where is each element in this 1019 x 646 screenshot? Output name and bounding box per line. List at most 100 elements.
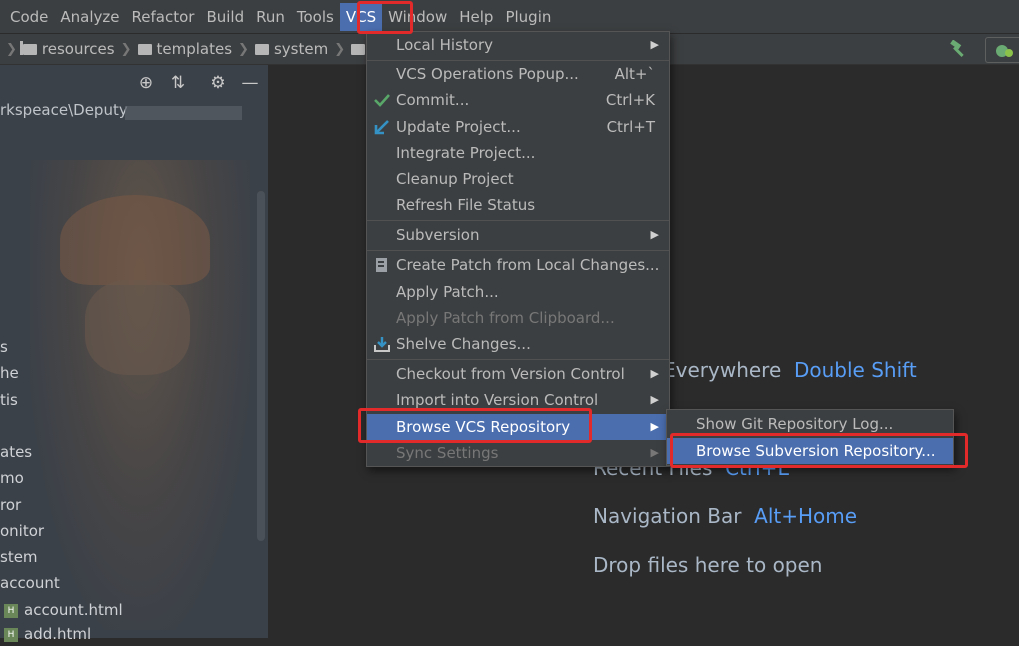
tree-item[interactable]: ates	[0, 440, 32, 464]
tree-item[interactable]: s	[0, 335, 8, 359]
menu-item-apply-patch[interactable]: Apply Patch...	[367, 279, 669, 305]
menu-item-label: Create Patch from Local Changes...	[396, 256, 660, 274]
menu-tools[interactable]: Tools	[291, 3, 340, 31]
tree-item[interactable]: account	[0, 571, 60, 595]
html-file-icon: H	[4, 627, 18, 642]
project-scrollbar[interactable]	[257, 191, 265, 541]
tree-item[interactable]: he	[0, 361, 19, 385]
update-arrow-icon	[373, 114, 391, 143]
folder-icon	[254, 43, 269, 55]
hint-search-everywhere: Everywhere Double Shift	[663, 358, 917, 382]
menu-item-shelve-changes[interactable]: Shelve Changes...	[367, 331, 669, 357]
breadcrumb-separator: ❯	[238, 41, 249, 57]
submenu-arrow-icon: ▶	[650, 367, 659, 380]
menu-item-cleanup-project[interactable]: Cleanup Project	[367, 166, 669, 192]
menu-item-label: Cleanup Project	[396, 170, 514, 188]
check-icon	[373, 87, 391, 115]
menu-separator	[367, 250, 669, 251]
vcs-dropdown-menu: Local History ▶ VCS Operations Popup... …	[366, 31, 670, 467]
menu-item-label: Integrate Project...	[396, 144, 536, 162]
menu-refactor[interactable]: Refactor	[126, 3, 201, 31]
menu-item-checkout[interactable]: Checkout from Version Control ▶	[367, 361, 669, 387]
tree-item[interactable]: ror	[0, 493, 21, 517]
folder-icon	[19, 40, 37, 55]
minimize-icon[interactable]: —	[240, 73, 260, 93]
build-hammer-icon[interactable]	[949, 40, 969, 58]
menu-item-label: Refresh File Status	[396, 196, 536, 214]
locate-target-icon[interactable]: ⊕	[136, 73, 156, 93]
hint-label: Everywhere	[663, 358, 782, 382]
folder-icon	[137, 43, 152, 55]
tree-item[interactable]: stem	[0, 545, 38, 569]
run-configuration-button[interactable]	[985, 37, 1019, 63]
menu-plugin[interactable]: Plugin	[499, 3, 557, 31]
menu-code[interactable]: Code	[4, 3, 54, 31]
gear-icon[interactable]: ⚙	[208, 73, 228, 93]
hint-navigation-bar: Navigation Bar Alt+Home	[593, 504, 857, 528]
breadcrumb-separator: ❯	[120, 41, 132, 57]
menu-separator	[367, 220, 669, 221]
project-panel-header: ⊕ ⇅ ⚙ —	[0, 65, 268, 101]
shelve-icon	[373, 331, 391, 360]
menu-item-apply-patch-clipboard: Apply Patch from Clipboard...	[367, 305, 669, 331]
breadcrumb-templates[interactable]: templates	[134, 40, 233, 58]
menu-help[interactable]: Help	[453, 3, 499, 31]
menu-item-local-history[interactable]: Local History ▶	[367, 32, 669, 58]
breadcrumb-label: system	[273, 40, 329, 58]
menu-separator	[367, 359, 669, 360]
menu-item-label: Commit...	[396, 91, 470, 109]
menu-item-label: Sync Settings	[396, 444, 499, 462]
menu-item-shortcut: Ctrl+K	[605, 91, 655, 109]
menu-item-subversion[interactable]: Subversion ▶	[367, 222, 669, 248]
html-file-icon: H	[4, 603, 18, 618]
menu-item-commit[interactable]: Commit... Ctrl+K	[367, 87, 669, 113]
breadcrumb-separator: ❯	[6, 41, 17, 57]
project-tool-window: ⊕ ⇅ ⚙ —	[0, 65, 268, 638]
menu-item-label: Checkout from Version Control	[396, 365, 625, 383]
tree-item-label: add.html	[24, 625, 92, 643]
menu-analyze[interactable]: Analyze	[54, 3, 125, 31]
menu-item-label: Update Project...	[396, 118, 521, 136]
menu-item-create-patch[interactable]: Create Patch from Local Changes...	[367, 252, 669, 278]
hint-drop-files: Drop files here to open	[593, 553, 823, 577]
annotation-box-vcs	[357, 1, 413, 34]
submenu-arrow-icon: ▶	[650, 393, 659, 406]
breadcrumb-resources[interactable]: resources	[19, 40, 115, 58]
patch-icon	[373, 252, 391, 281]
project-root-path: rkspeace\Deputy	[0, 101, 128, 119]
menu-item-label: Subversion	[396, 226, 480, 244]
breadcrumb-label: resources	[41, 40, 115, 58]
breadcrumb-label: templates	[156, 40, 233, 58]
menu-item-shortcut: Ctrl+T	[606, 118, 655, 136]
submenu-arrow-icon: ▶	[650, 446, 659, 459]
menu-item-label: Apply Patch from Clipboard...	[396, 309, 615, 327]
tree-item[interactable]: onitor	[0, 519, 44, 543]
tree-item-file[interactable]: Hadd.html	[4, 622, 91, 646]
menu-item-label: Apply Patch...	[396, 283, 499, 301]
submenu-arrow-icon: ▶	[650, 228, 659, 241]
collapse-all-icon[interactable]: ⇅	[168, 73, 188, 93]
tree-item[interactable]: tis	[0, 388, 18, 412]
menu-item-integrate-project[interactable]: Integrate Project...	[367, 140, 669, 166]
menu-item-shortcut: Alt+`	[614, 65, 655, 83]
tree-item-file[interactable]: Haccount.html	[4, 598, 123, 622]
tree-item-label: account.html	[24, 601, 123, 619]
annotation-box-browse-vcs	[358, 408, 592, 443]
tree-item[interactable]: mo	[0, 466, 24, 490]
breadcrumb-system[interactable]: system	[251, 40, 328, 58]
menu-item-sync-settings: Sync Settings ▶	[367, 440, 669, 466]
breadcrumb-separator: ❯	[334, 41, 346, 57]
menu-build[interactable]: Build	[200, 3, 250, 31]
annotation-box-browse-subversion	[670, 433, 968, 468]
main-menu-bar: ​ Code Analyze Refactor Build Run Tools …	[0, 0, 1019, 34]
menu-item-label: Local History	[396, 36, 494, 54]
menu-item-label: VCS Operations Popup...	[396, 65, 579, 83]
menu-item-refresh-file-status[interactable]: Refresh File Status	[367, 192, 669, 218]
background-image-face	[85, 280, 190, 375]
menu-item-update-project[interactable]: Update Project... Ctrl+T	[367, 114, 669, 140]
menu-run[interactable]: Run	[250, 3, 291, 31]
submenu-arrow-icon: ▶	[650, 38, 659, 51]
menu-item-label: Shelve Changes...	[396, 335, 531, 353]
hint-label: Navigation Bar	[593, 504, 742, 528]
menu-item-vcs-operations-popup[interactable]: VCS Operations Popup... Alt+`	[367, 61, 669, 87]
